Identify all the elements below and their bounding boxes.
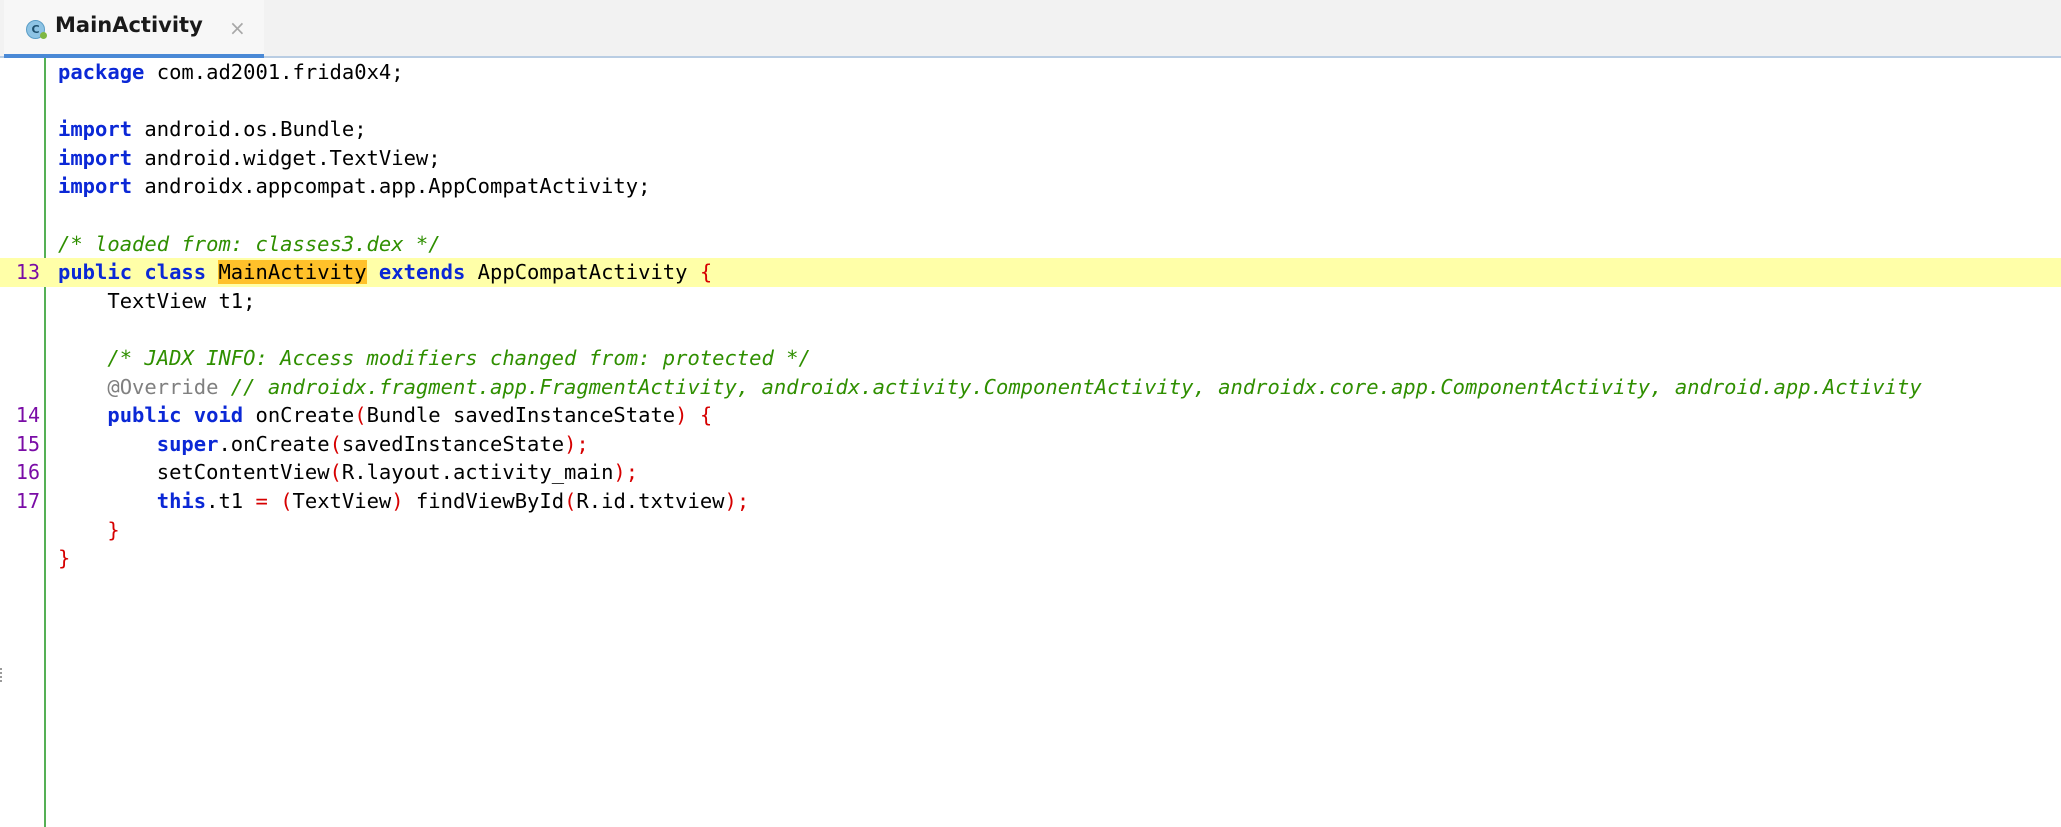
comment: // androidx.fragment.app.FragmentActivit…	[218, 374, 1922, 399]
code-line: /* loaded from: classes3.dex */	[0, 230, 2061, 259]
code-text: R.layout.activity_main	[341, 460, 614, 485]
code-line: 14 public void onCreate(Bundle savedInst…	[0, 401, 2061, 430]
keyword: void	[193, 403, 244, 428]
brace: }	[107, 517, 120, 542]
paren: (	[329, 431, 342, 456]
keyword: import	[58, 145, 133, 170]
keyword: super	[156, 431, 219, 456]
operator: =	[255, 489, 268, 513]
comment: /* loaded from: classes3.dex */	[58, 231, 441, 256]
code-text: TextView t1;	[58, 288, 256, 313]
paren: )	[391, 489, 404, 513]
keyword: class	[144, 260, 207, 285]
selected-class-name[interactable]: MainActivity	[218, 260, 367, 285]
brace: {	[699, 403, 713, 428]
keyword: import	[58, 117, 133, 142]
fold-marker-icon	[0, 668, 5, 682]
line-number: 13	[15, 260, 40, 285]
current-code-line: 13 public class MainActivity extends App…	[0, 258, 2061, 287]
line-number: 16	[15, 460, 40, 485]
paren: (	[354, 403, 367, 428]
code-line: import android.widget.TextView;	[0, 144, 2061, 173]
method-call[interactable]: findViewById	[404, 489, 564, 513]
code-line: TextView t1;	[0, 287, 2061, 316]
code-text: android.widget.TextView;	[132, 145, 441, 170]
brace: }	[58, 546, 71, 571]
code-line: @Override // androidx.fragment.app.Fragm…	[0, 373, 2061, 402]
semicolon: ;	[576, 431, 589, 456]
tab-title: MainActivity	[55, 13, 203, 37]
paren: )	[613, 460, 626, 485]
paren: (	[280, 489, 293, 513]
paren: )	[564, 431, 577, 456]
close-icon[interactable]: ×	[229, 16, 246, 40]
code-text: Bundle savedInstanceState	[366, 403, 676, 428]
code-line: import android.os.Bundle;	[0, 115, 2061, 144]
keyword: this	[156, 489, 207, 513]
paren: (	[564, 489, 577, 513]
code-text: com.ad2001.frida0x4;	[144, 60, 404, 84]
paren: )	[724, 489, 737, 513]
line-number: 17	[15, 489, 40, 513]
code-line: 17 this.t1 = (TextView) findViewById(R.i…	[0, 487, 2061, 516]
code-text: androidx.appcompat.app.AppCompatActivity…	[132, 174, 651, 199]
paren: (	[329, 460, 342, 485]
method-name[interactable]: onCreate	[243, 403, 354, 427]
keyword: extends	[378, 260, 466, 285]
semicolon: ;	[736, 489, 750, 513]
paren: )	[675, 403, 688, 428]
code-editor[interactable]: package com.ad2001.frida0x4; import andr…	[0, 58, 2061, 827]
comment: /* JADX INFO: Access modifiers changed f…	[58, 346, 811, 370]
line-number: 14	[15, 403, 40, 428]
code-line: }	[0, 516, 2061, 545]
brace: {	[699, 260, 713, 285]
keyword: public	[58, 260, 133, 285]
code-text: R.id.txtview	[576, 489, 725, 513]
semicolon: ;	[625, 460, 639, 485]
code-line: /* JADX INFO: Access modifiers changed f…	[0, 344, 2061, 373]
keyword: package	[58, 60, 145, 84]
keyword: public	[107, 403, 182, 428]
line-number: 15	[15, 431, 40, 456]
tab-mainactivity[interactable]: C MainActivity ×	[4, 0, 264, 58]
cast-type[interactable]: TextView	[293, 489, 392, 513]
field-name[interactable]: .t1	[206, 489, 255, 513]
code-line: package com.ad2001.frida0x4;	[0, 58, 2061, 87]
code-line: }	[0, 544, 2061, 573]
code-text: savedInstanceState	[341, 431, 565, 456]
code-line: 16 setContentView(R.layout.activity_main…	[0, 458, 2061, 487]
java-class-icon: C	[26, 20, 47, 39]
keyword: import	[58, 174, 133, 199]
method-call[interactable]: .onCreate	[218, 432, 329, 456]
code-text: android.os.Bundle;	[132, 117, 367, 142]
editor-tab-bar: C MainActivity ×	[0, 0, 2061, 58]
superclass-name[interactable]: AppCompatActivity	[478, 260, 688, 284]
annotation: @Override	[58, 374, 219, 399]
code-line: import androidx.appcompat.app.AppCompatA…	[0, 172, 2061, 201]
code-line: 15 super.onCreate(savedInstanceState);	[0, 430, 2061, 459]
method-call[interactable]: setContentView	[157, 460, 330, 484]
